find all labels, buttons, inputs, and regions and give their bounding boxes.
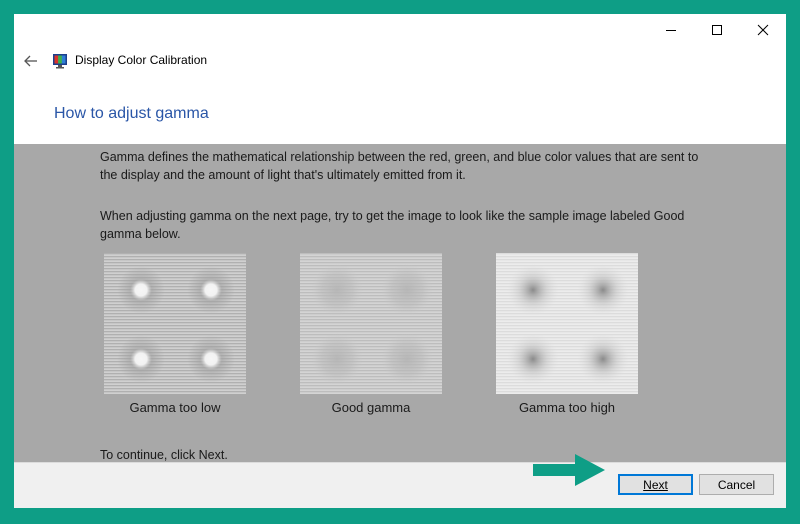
cancel-button-label: Cancel	[717, 477, 756, 492]
title-bar	[14, 14, 786, 46]
maximize-button[interactable]	[694, 14, 740, 46]
calibration-window: Display Color Calibration How to adjust …	[14, 14, 786, 508]
gamma-too-low-caption: Gamma too low	[129, 400, 221, 415]
navigation-bar: Display Color Calibration	[14, 46, 786, 76]
gamma-too-high-caption: Gamma too high	[518, 400, 616, 415]
gamma-too-high-image	[496, 253, 638, 394]
display-calibration-icon	[53, 54, 67, 69]
back-arrow-icon	[24, 55, 37, 67]
good-gamma-caption: Good gamma	[331, 400, 411, 415]
close-icon	[757, 24, 769, 36]
cancel-button[interactable]: Cancel	[699, 474, 774, 495]
footer-bar: Next Cancel	[14, 462, 786, 508]
next-button-label: Next	[643, 477, 668, 492]
gamma-too-low-image	[104, 253, 246, 394]
back-button[interactable]	[20, 50, 42, 72]
minimize-icon	[666, 30, 676, 31]
gamma-definition-text: Gamma defines the mathematical relations…	[100, 150, 699, 182]
minimize-button[interactable]	[648, 14, 694, 46]
pointer-arrow-icon	[533, 454, 605, 486]
close-button[interactable]	[740, 14, 786, 46]
content-area: Gamma defines the mathematical relations…	[14, 144, 786, 462]
good-gamma-image	[300, 253, 442, 394]
page-heading: How to adjust gamma	[54, 105, 209, 122]
next-button[interactable]: Next	[618, 474, 693, 495]
window-title: Display Color Calibration	[75, 53, 208, 67]
instruction-text: When adjusting gamma on the next page, t…	[100, 209, 685, 241]
maximize-icon	[712, 25, 722, 35]
